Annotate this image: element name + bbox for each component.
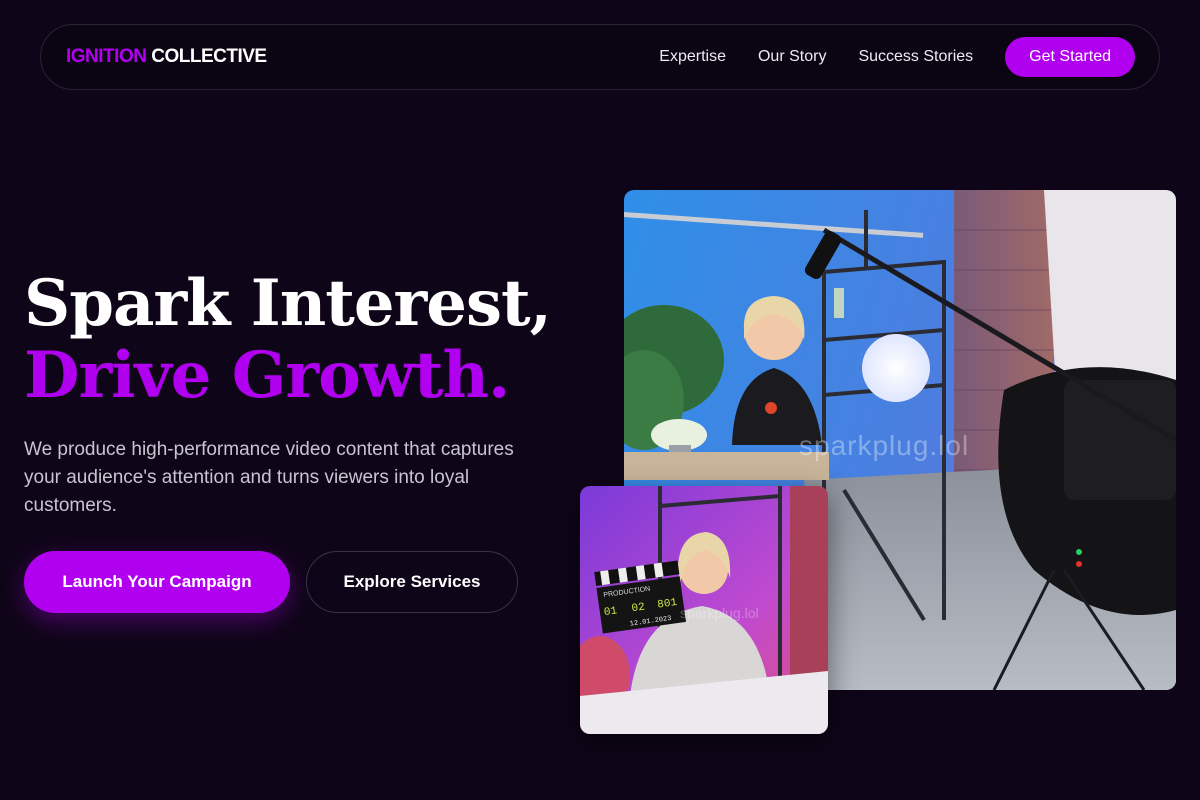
nav-link-expertise[interactable]: Expertise <box>659 48 726 66</box>
hero-headline: Spark Interest, Drive Growth. <box>24 266 552 413</box>
hero-subtitle: We produce high-performance video conten… <box>24 439 514 516</box>
clapper-scene: 02 <box>631 601 646 615</box>
nav-links: Expertise Our Story Success Stories Get … <box>627 37 1135 77</box>
logo-accent: IGNITION <box>66 46 147 67</box>
nav-link-our-story[interactable]: Our Story <box>758 48 826 66</box>
clapperboard-photo: PRODUCTION 01 02 801 12.01.2023 sparkplu… <box>580 486 828 734</box>
clapper-roll: 01 <box>603 605 618 619</box>
headline-line-1: Spark Interest, <box>24 266 552 341</box>
logo[interactable]: IGNITION COLLECTIVE <box>66 46 267 68</box>
navbar: IGNITION COLLECTIVE Expertise Our Story … <box>40 24 1160 90</box>
headline-line-2: Drive Growth. <box>24 338 510 413</box>
get-started-button[interactable]: Get Started <box>1005 37 1135 77</box>
nav-link-success-stories[interactable]: Success Stories <box>858 48 973 66</box>
small-photo-watermark: sparkplug.lol <box>680 605 759 621</box>
main-photo-watermark: sparkplug.lol <box>799 430 969 461</box>
explore-services-button[interactable]: Explore Services <box>306 551 518 613</box>
launch-campaign-button[interactable]: Launch Your Campaign <box>24 551 290 613</box>
logo-rest: COLLECTIVE <box>151 46 267 67</box>
